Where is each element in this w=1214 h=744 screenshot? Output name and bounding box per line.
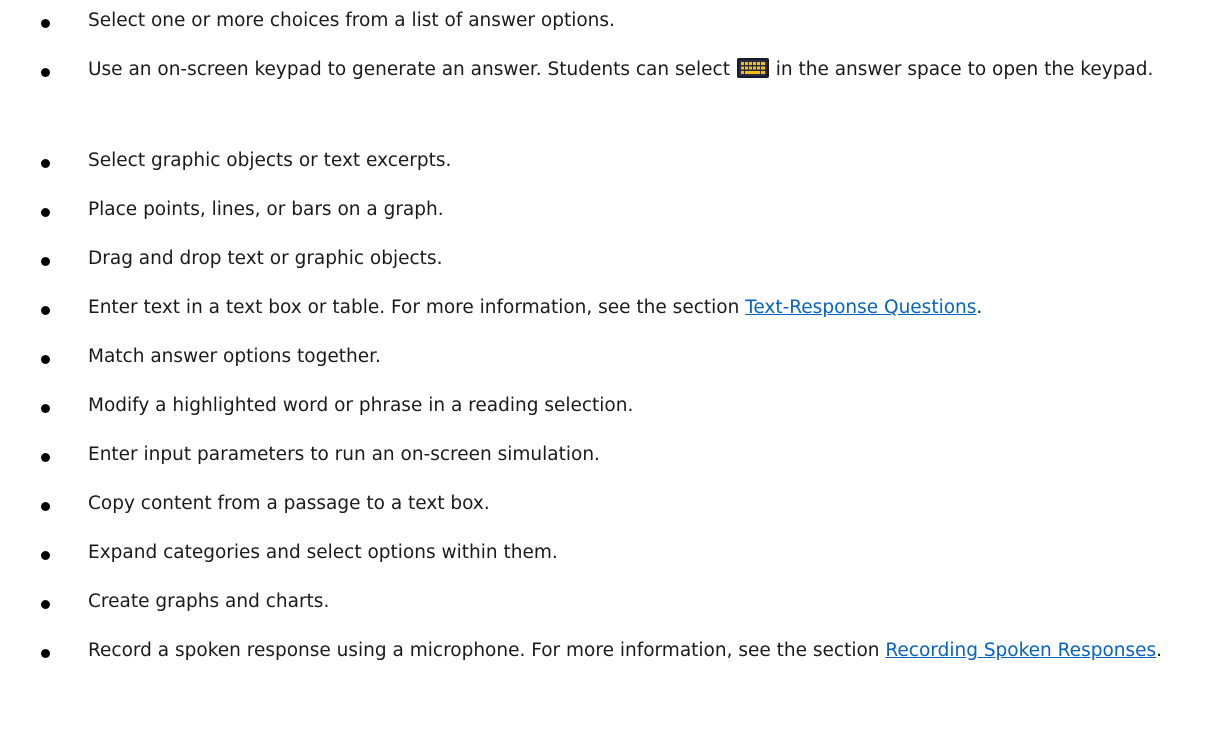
list-item-text: Select graphic objects or text excerpts. xyxy=(88,150,452,171)
bullet xyxy=(41,355,50,364)
bullet xyxy=(41,649,50,658)
bullet xyxy=(41,502,50,511)
bullet xyxy=(41,19,50,28)
list-item-text: Drag and drop text or graphic objects. xyxy=(88,248,443,269)
list-item-text: Expand categories and select options wit… xyxy=(88,542,558,563)
bullet xyxy=(41,208,50,217)
bullet xyxy=(41,600,50,609)
bullet xyxy=(41,68,50,77)
recording-spoken-responses-link[interactable]: Recording Spoken Responses xyxy=(885,640,1156,661)
bullet xyxy=(41,551,50,560)
list-item-text: Match answer options together. xyxy=(88,346,381,367)
list-item-text: Use an on-screen keypad to generate an a… xyxy=(88,55,1193,84)
bullet xyxy=(41,404,50,413)
list-item-text-before: Record a spoken response using a microph… xyxy=(88,640,886,661)
list-item-text: Copy content from a passage to a text bo… xyxy=(88,493,490,514)
list-item-text: Place points, lines, or bars on a graph. xyxy=(88,199,444,220)
list-item-text: Select one or more choices from a list o… xyxy=(88,10,615,31)
text-response-questions-link[interactable]: Text-Response Questions xyxy=(745,297,976,318)
list-item-text-after: in the answer space to open the keypad. xyxy=(769,59,1154,80)
list-item-text: Record a spoken response using a microph… xyxy=(88,636,1193,665)
bullet xyxy=(41,306,50,315)
list-item-text: Enter input parameters to run an on-scre… xyxy=(88,444,600,465)
list-item-text-before: Use an on-screen keypad to generate an a… xyxy=(88,59,736,80)
list-item-text: Modify a highlighted word or phrase in a… xyxy=(88,395,634,416)
list-item-text: Create graphs and charts. xyxy=(88,591,330,612)
bullet xyxy=(41,159,50,168)
bullet xyxy=(41,257,50,266)
list-item-text-after: . xyxy=(1156,640,1163,661)
list-item-text: Enter text in a text box or table. For m… xyxy=(88,293,1210,322)
bullet xyxy=(41,453,50,462)
list-item-text-after: . xyxy=(976,297,983,318)
list-item-text-before: Enter text in a text box or table. For m… xyxy=(88,297,746,318)
keyboard-icon xyxy=(736,58,769,78)
